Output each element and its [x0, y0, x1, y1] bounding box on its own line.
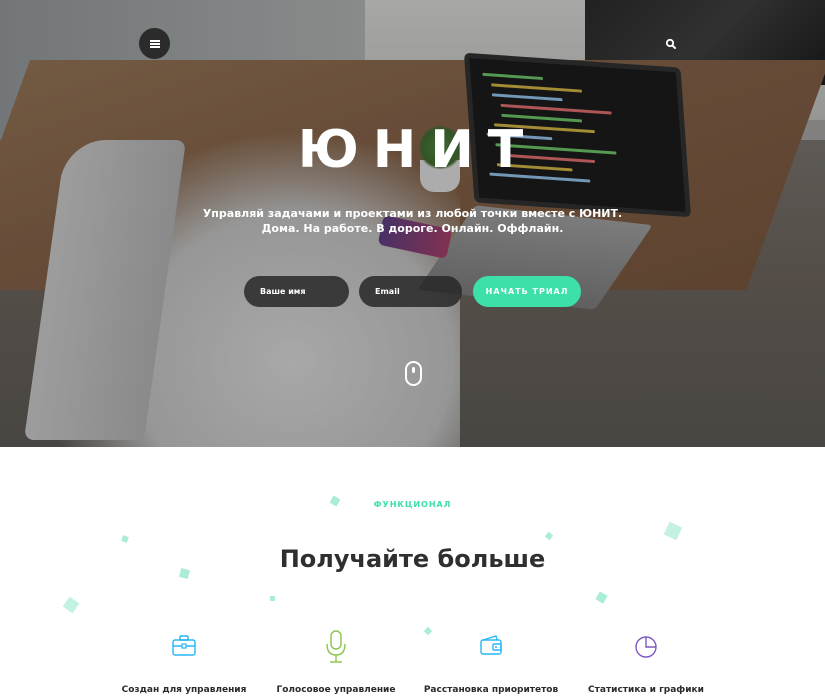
brand-title: ЮНИТ: [297, 120, 538, 180]
scroll-down-button[interactable]: [405, 361, 422, 386]
hero-section: ЮНИТ Управляй задачами и проектами из лю…: [0, 0, 825, 447]
feature-item: Голосовое управление: [256, 630, 416, 695]
email-input[interactable]: [359, 276, 462, 307]
wallet-icon: [480, 635, 502, 655]
confetti-decoration: [595, 591, 608, 604]
feature-label: Расстановка приоритетов: [423, 685, 559, 695]
hero-subtitle-line2: Дома. На работе. В дороге. Онлайн. Оффла…: [261, 222, 564, 235]
confetti-decoration: [62, 596, 80, 614]
section-title: Получайте больше: [279, 545, 546, 573]
briefcase-icon: [172, 635, 196, 656]
pie-chart-icon: [635, 636, 657, 658]
mouse-scroll-icon: [412, 367, 415, 373]
search-icon: [665, 38, 676, 49]
confetti-decoration: [544, 531, 554, 541]
feature-item: Статистика и графики: [566, 630, 726, 695]
feature-item: Создан для управления: [104, 630, 264, 695]
hero-subtitle-line1: Управляй задачами и проектами из любой т…: [202, 207, 623, 220]
feature-item: Расстановка приоритетов: [411, 630, 571, 695]
hamburger-icon: [149, 39, 160, 48]
confetti-decoration: [121, 535, 129, 543]
feature-label: Статистика и графики: [588, 685, 704, 695]
feature-label: Голосовое управление: [276, 685, 396, 695]
confetti-decoration: [270, 596, 275, 601]
section-label: ФУНКЦИОНАЛ: [373, 500, 452, 509]
hero-subtitle: Управляй задачами и проектами из любой т…: [0, 206, 825, 236]
search-button[interactable]: [663, 36, 679, 52]
name-input[interactable]: [244, 276, 349, 307]
microphone-icon: [326, 630, 346, 663]
confetti-decoration: [663, 521, 683, 541]
start-trial-button[interactable]: НАЧАТЬ ТРИАЛ: [473, 276, 581, 307]
menu-button[interactable]: [139, 28, 170, 59]
feature-label: Создан для управления: [121, 685, 247, 695]
